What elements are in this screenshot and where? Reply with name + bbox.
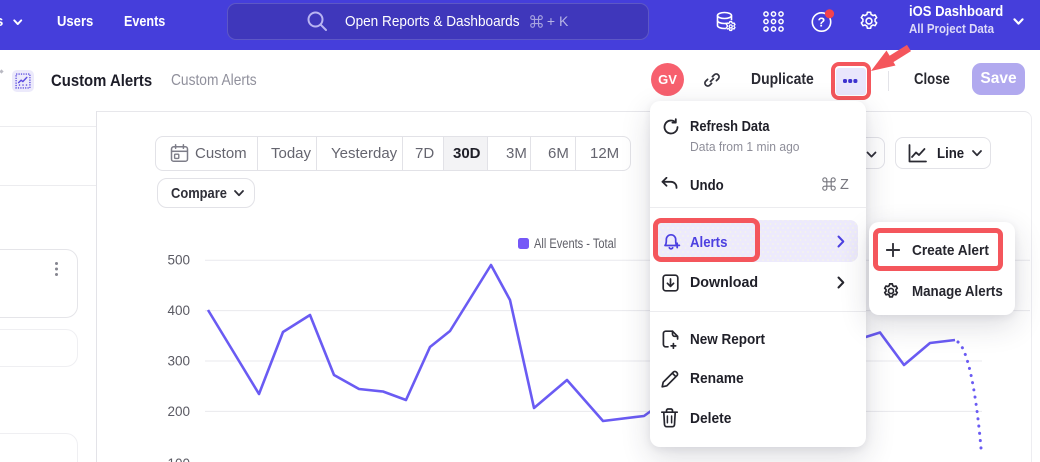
svg-text:?: ? (818, 15, 826, 29)
svg-text:300: 300 (167, 354, 190, 369)
svg-text:100: 100 (167, 456, 190, 462)
svg-text:500: 500 (167, 253, 190, 268)
svg-text:200: 200 (167, 404, 190, 419)
svg-text:400: 400 (167, 303, 190, 318)
